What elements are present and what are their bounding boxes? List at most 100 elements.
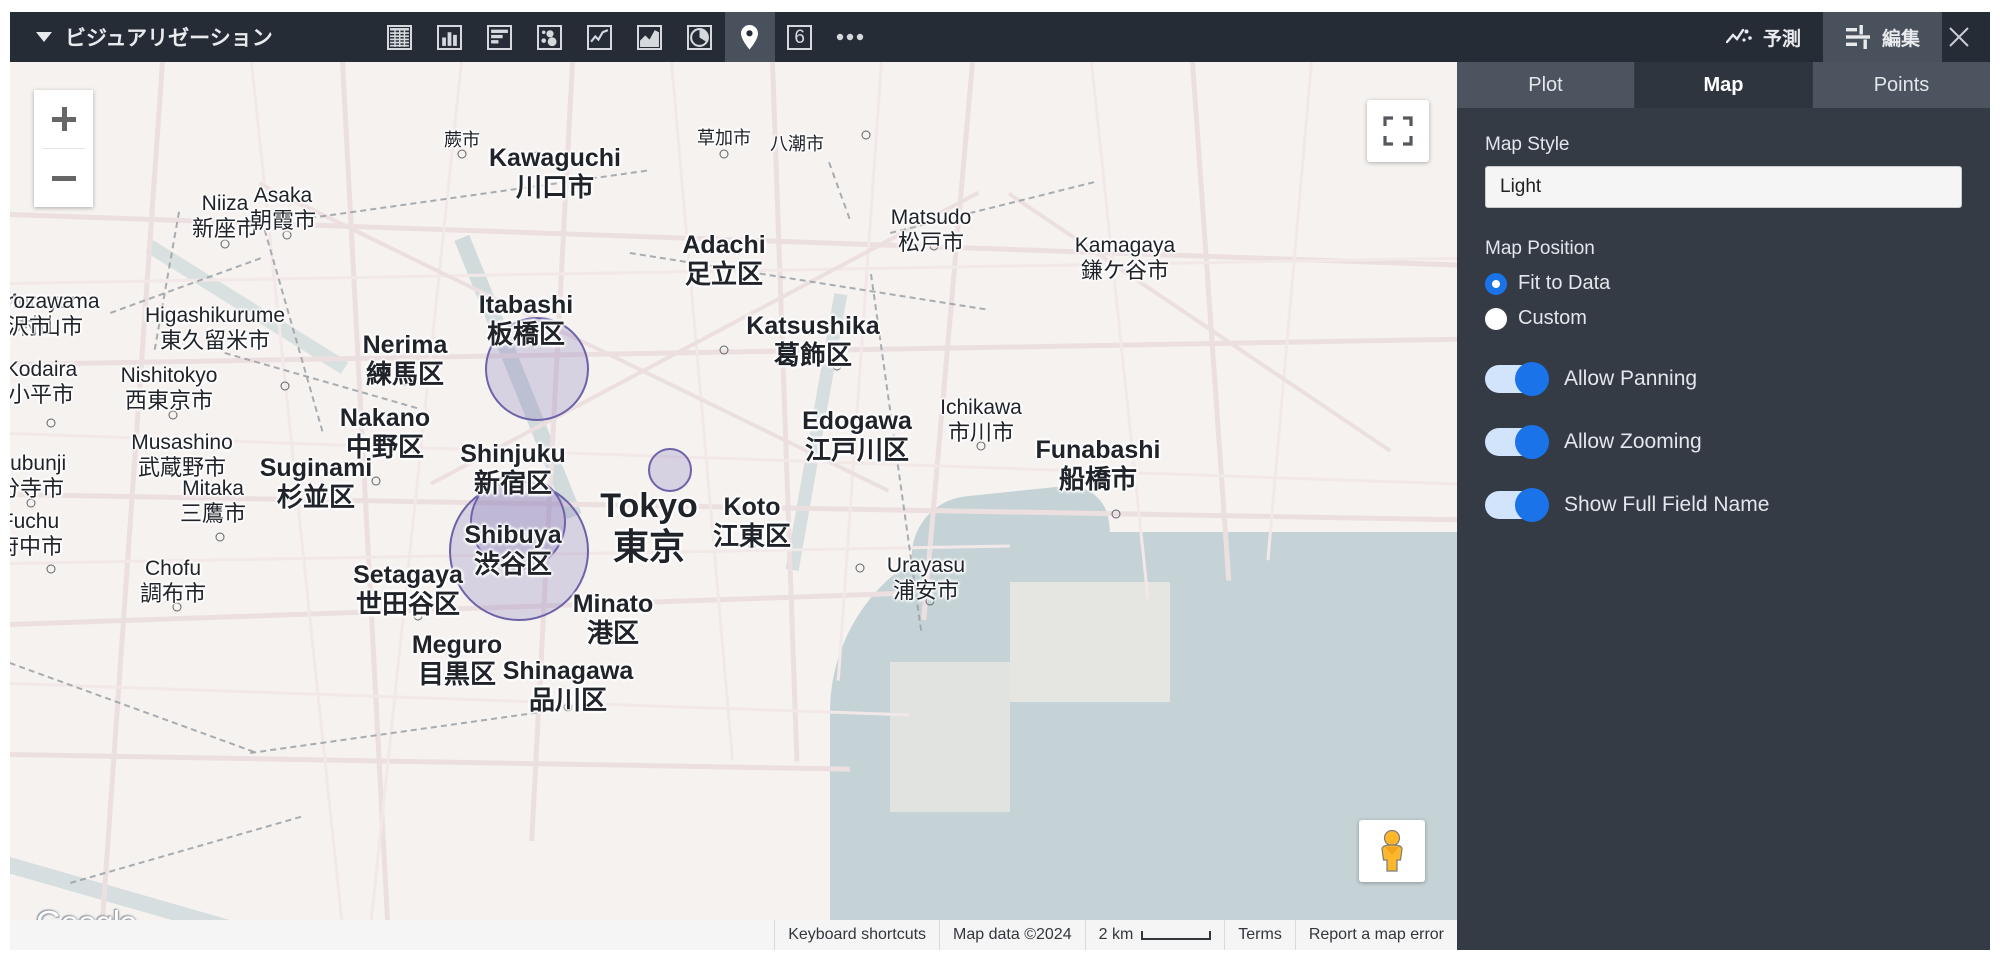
toggle-show-full-field-name[interactable]: Show Full Field Name xyxy=(1485,488,1962,522)
map-place-label-ja: 府中市 xyxy=(10,533,64,559)
map-place-label-en: Meguro xyxy=(411,631,503,659)
area-chart-icon xyxy=(637,24,663,50)
map-road-diagonal xyxy=(1007,192,1392,453)
map-place-label-ja: 調布市 xyxy=(139,580,207,606)
map-style-select[interactable]: Light xyxy=(1485,166,1962,208)
viz-button-map[interactable] xyxy=(724,12,775,62)
map-place-label: Kamagaya 鎌ケ谷市 xyxy=(1075,234,1175,283)
viz-button-table[interactable] xyxy=(375,12,425,62)
map-place-label: Chofu 調布市 xyxy=(140,557,206,606)
toggle-allow-zooming[interactable]: Allow Zooming xyxy=(1485,425,1962,459)
map-boundary xyxy=(250,710,548,754)
map-position-label: Map Position xyxy=(1485,238,1595,259)
map-place-label-en: Fuchu xyxy=(10,510,60,533)
visualization-title-group[interactable]: ビジュアリゼーション xyxy=(10,12,291,62)
edit-button[interactable]: 編集 xyxy=(1822,12,1942,62)
radio-custom[interactable]: Custom xyxy=(1485,307,1962,330)
map-place-label-ja: 港区 xyxy=(586,617,640,648)
viz-button-scatter[interactable] xyxy=(525,12,575,62)
map-place-label-ja: 武蔵野市 xyxy=(137,454,226,480)
map-data-label: Map data ©2024 xyxy=(953,926,1072,943)
map-place-label-ja: 小平市 xyxy=(10,381,75,407)
map-place-dot xyxy=(855,563,865,573)
map-road xyxy=(10,752,850,772)
table-icon xyxy=(387,24,413,50)
terms-link[interactable]: Terms xyxy=(1224,920,1295,950)
toggle-allow-panning-switch[interactable] xyxy=(1485,362,1549,396)
map-place-dot xyxy=(457,676,467,686)
viz-button-pie[interactable] xyxy=(675,12,725,62)
viz-button-bar[interactable] xyxy=(425,12,475,62)
map-road-minor xyxy=(1266,62,1313,561)
street-view-button[interactable] xyxy=(1359,820,1425,882)
map-attribution-bar: Keyboard shortcuts Map data ©2024 2 km T… xyxy=(10,920,1457,950)
viz-button-area[interactable] xyxy=(625,12,675,62)
viz-button-more[interactable] xyxy=(825,12,875,62)
map-place-dot xyxy=(605,635,615,645)
street-view-pegman-icon xyxy=(1381,829,1403,872)
map-zoom-control xyxy=(34,90,93,207)
map-place-dot xyxy=(861,130,871,140)
map-place-dot xyxy=(457,149,467,159)
zoom-in-button[interactable] xyxy=(34,90,93,148)
forecast-button[interactable]: 予測 xyxy=(1704,12,1823,62)
map-water-river-north xyxy=(145,240,349,374)
map-position-group: Map Position Fit to Data Custom xyxy=(1485,238,1962,330)
map-place-dot xyxy=(26,498,36,508)
map-boundary xyxy=(629,252,986,311)
map-boundary xyxy=(10,662,255,753)
close-panel-button[interactable] xyxy=(1942,12,1990,62)
viz-button-line[interactable] xyxy=(575,12,625,62)
page-title: ビジュアリゼーション xyxy=(65,27,273,50)
map-boundary xyxy=(890,181,1095,234)
map-place-dot xyxy=(532,151,542,161)
map-place-dot xyxy=(220,239,230,249)
viz-button-horizontal-bar[interactable] xyxy=(475,12,525,62)
panel-tab-bar: Plot Map Points xyxy=(1457,62,1990,108)
toggle-show-full-field-name-label: Show Full Field Name xyxy=(1564,493,1770,516)
map-place-label-ja: 草加市 xyxy=(697,128,751,148)
map-data-bubble[interactable] xyxy=(449,481,589,621)
map-place-label-en: Suginami xyxy=(259,454,373,482)
map-place-label-ja: 三鷹市 xyxy=(179,500,247,526)
map-place-dot xyxy=(563,702,573,712)
toggle-allow-zooming-switch[interactable] xyxy=(1485,425,1549,459)
viz-button-single-value[interactable]: 6 xyxy=(775,12,825,62)
map-scale: 2 km xyxy=(1084,920,1225,950)
map-scale-label: 2 km xyxy=(1098,926,1134,943)
single-value-number: 6 xyxy=(794,26,805,48)
map-place-label: Tokyo 東京 xyxy=(600,487,698,567)
tab-points[interactable]: Points xyxy=(1813,62,1990,108)
map-place-dot xyxy=(46,418,56,428)
keyboard-shortcuts-link[interactable]: Keyboard shortcuts xyxy=(774,920,939,950)
map-data-bubble[interactable] xyxy=(648,448,692,492)
tab-map[interactable]: Map xyxy=(1635,62,1813,108)
map-place-label-en: Tokorozawa xyxy=(10,290,75,313)
map-viewport[interactable]: Kawaguchi 川口市 蕨市 草加市 八潮市 Adachi 足立区 Matsudo 松戸市 K… xyxy=(10,62,1457,950)
map-place-dot xyxy=(405,448,415,458)
fullscreen-button[interactable] xyxy=(1367,100,1429,162)
toggle-allow-panning[interactable]: Allow Panning xyxy=(1485,362,1962,396)
map-place-label: Funabashi 船橋市 xyxy=(1035,436,1160,494)
map-scale-bar xyxy=(1141,930,1212,940)
zoom-out-button[interactable] xyxy=(34,149,93,207)
map-place-label: Ichikawa 市川市 xyxy=(940,396,1022,445)
report-map-error-link[interactable]: Report a map error xyxy=(1294,920,1457,950)
tab-points-label: Points xyxy=(1873,73,1930,96)
map-data-bubble[interactable] xyxy=(485,317,589,421)
map-place-label: Kawaguchi 川口市 xyxy=(489,144,621,202)
map-place-dot xyxy=(719,149,729,159)
toggle-show-full-field-name-switch[interactable] xyxy=(1485,488,1549,522)
tab-map-label: Map xyxy=(1703,73,1744,96)
map-place-label-en: Kawaguchi xyxy=(489,144,621,172)
map-land-patch-b xyxy=(890,662,1010,812)
map-place-dot xyxy=(400,376,410,386)
caret-down-icon[interactable] xyxy=(36,32,52,42)
map-place-label-ja: 蕨市 xyxy=(444,130,480,150)
tab-plot[interactable]: Plot xyxy=(1457,62,1635,108)
toggle-knob xyxy=(1515,425,1549,459)
map-place-label-en: Funabashi xyxy=(1035,436,1161,464)
forecast-label: 予測 xyxy=(1762,28,1801,50)
radio-fit-to-data[interactable]: Fit to Data xyxy=(1485,272,1962,295)
sliders-icon xyxy=(1845,25,1870,49)
